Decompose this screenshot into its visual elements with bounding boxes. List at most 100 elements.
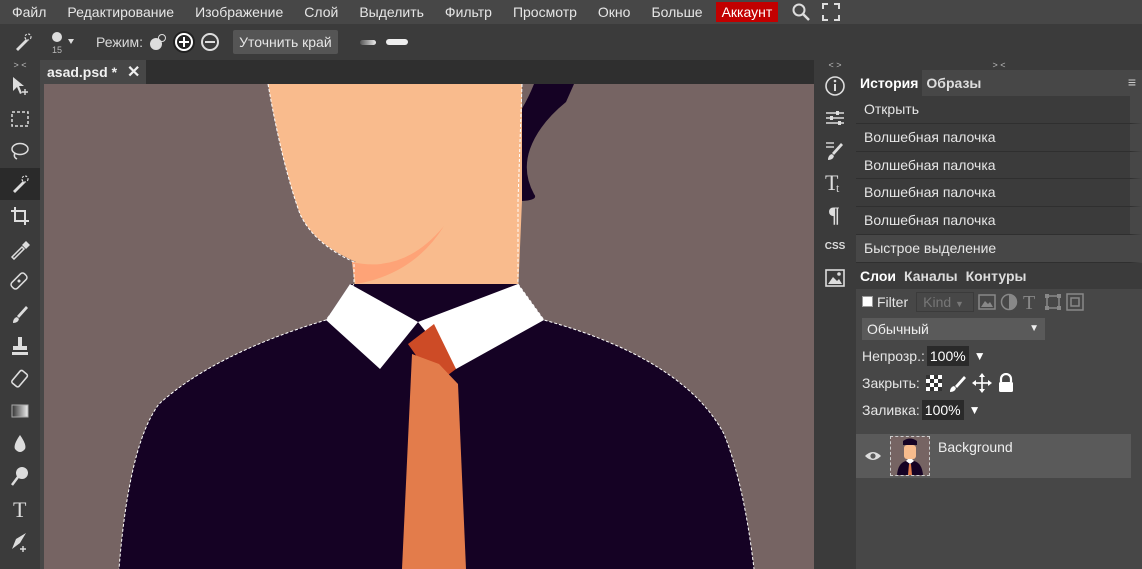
quick-selection-icon[interactable] xyxy=(12,31,34,53)
document-tab-name: asad.psd * xyxy=(47,64,118,80)
lock-pixels-icon[interactable] xyxy=(948,373,968,393)
fill-row: Заливка: 100% ▼ xyxy=(856,397,1142,424)
filter-image-icon[interactable] xyxy=(977,292,996,311)
account-button[interactable]: Аккаунт xyxy=(715,2,779,22)
kind-label: Kind xyxy=(923,293,952,310)
menu-file[interactable]: Файл xyxy=(0,4,46,20)
dodge-tool-icon[interactable] xyxy=(0,460,40,493)
tab-channels[interactable]: Каналы xyxy=(900,263,962,289)
character-icon[interactable]: Tt xyxy=(814,166,856,198)
history-item[interactable]: Волшебная палочка xyxy=(856,179,1142,208)
layer-filter-row: Filter Kind ▼ T xyxy=(856,289,1142,315)
menu-window[interactable]: Окно xyxy=(586,4,631,20)
filter-shape-icon[interactable] xyxy=(1043,292,1062,311)
eyedropper-tool-icon[interactable] xyxy=(0,233,40,266)
brush-tool-icon[interactable] xyxy=(0,298,40,331)
healing-tool-icon[interactable] xyxy=(0,265,40,298)
menu-select[interactable]: Выделить xyxy=(347,4,424,20)
menu-bar: Файл Редактирование Изображение Слой Выд… xyxy=(0,0,1142,24)
history-item-current[interactable]: Быстрое выделение xyxy=(856,234,1142,263)
filter-type-icon[interactable]: T xyxy=(1021,292,1040,311)
history-list: Открыть Волшебная палочка Волшебная пало… xyxy=(856,96,1142,263)
fill-label: Заливка: xyxy=(862,402,920,419)
lock-transparency-icon[interactable] xyxy=(924,373,944,393)
menu-edit[interactable]: Редактирование xyxy=(55,4,174,20)
svg-text:¶: ¶ xyxy=(828,203,840,225)
tab-swatches[interactable]: Образы xyxy=(922,70,985,96)
gradient-tool-icon[interactable] xyxy=(0,395,40,428)
filter-checkbox[interactable] xyxy=(862,296,873,308)
tab-history[interactable]: История xyxy=(856,70,923,96)
mode-new-selection-button[interactable] xyxy=(147,31,169,53)
marquee-tool-icon[interactable] xyxy=(0,103,40,136)
fill-input[interactable]: 100% xyxy=(921,400,964,421)
strip-collapse-toggle[interactable]: < > xyxy=(814,60,856,70)
mode-add-selection-button[interactable] xyxy=(173,31,196,53)
fullscreen-icon[interactable] xyxy=(818,0,844,24)
blend-mode-select[interactable]: Обычный ▼ xyxy=(862,317,1045,340)
paragraph-icon[interactable]: ¶ xyxy=(814,198,856,230)
history-tabs: История Образы ≡ xyxy=(856,70,1142,96)
css-label: CSS xyxy=(824,240,846,252)
tools-collapse-toggle[interactable]: > < xyxy=(0,60,40,70)
document-tab[interactable]: asad.psd * ✕ xyxy=(40,60,146,84)
brush-hardness-icon[interactable] xyxy=(359,37,408,47)
opacity-input[interactable]: 100% xyxy=(926,346,969,367)
search-icon[interactable] xyxy=(788,0,814,24)
tab-layers[interactable]: Слои xyxy=(856,262,900,289)
mode-subtract-selection-button[interactable] xyxy=(199,31,221,53)
filter-smart-object-icon[interactable] xyxy=(1065,292,1084,311)
panel-icons-strip: < > Tt ¶ CSS xyxy=(814,60,856,569)
history-item[interactable]: Волшебная палочка xyxy=(856,123,1142,152)
menu-image[interactable]: Изображение xyxy=(183,4,283,20)
chevron-down-icon: ▼ xyxy=(1029,322,1039,334)
right-panel: > < История Образы ≡ Открыть Волшебная п… xyxy=(856,60,1142,569)
refine-edge-button[interactable]: Уточнить край xyxy=(233,30,338,54)
move-tool-icon[interactable] xyxy=(0,70,40,103)
history-item[interactable]: Волшебная палочка xyxy=(856,151,1142,180)
lock-row: Закрыть: xyxy=(856,370,1142,397)
brush-size-picker[interactable]: 15 xyxy=(48,27,82,57)
filter-adjustment-icon[interactable] xyxy=(999,292,1018,311)
image-icon[interactable] xyxy=(814,262,856,294)
filter-label: Filter xyxy=(877,293,909,310)
layer-name[interactable]: Background xyxy=(938,439,1013,455)
layer-row[interactable]: Background xyxy=(856,434,1131,478)
css-icon[interactable]: CSS xyxy=(814,230,856,262)
fill-dropdown-icon[interactable]: ▼ xyxy=(969,403,981,417)
opacity-dropdown-icon[interactable]: ▼ xyxy=(974,349,986,363)
eye-icon[interactable] xyxy=(856,434,890,478)
document-canvas[interactable] xyxy=(44,84,814,569)
type-tool-icon[interactable]: T xyxy=(0,493,40,526)
svg-text:T: T xyxy=(1023,293,1035,311)
tab-paths[interactable]: Контуры xyxy=(962,263,1031,289)
kind-select[interactable]: Kind ▼ xyxy=(916,291,975,312)
brush-settings-icon[interactable] xyxy=(814,134,856,166)
minus-circle-icon xyxy=(201,33,220,51)
history-item[interactable]: Открыть xyxy=(856,96,1142,124)
eraser-tool-icon[interactable] xyxy=(0,363,40,396)
crop-tool-icon[interactable] xyxy=(0,200,40,233)
pen-tool-icon[interactable] xyxy=(0,525,40,558)
document-tabs: asad.psd * ✕ xyxy=(40,60,814,84)
plus-circle-icon xyxy=(175,33,194,51)
info-icon[interactable] xyxy=(814,70,856,102)
adjustments-icon[interactable] xyxy=(814,102,856,134)
panel-collapse-toggle[interactable]: > < xyxy=(856,60,1142,70)
opacity-label: Непрозр.: xyxy=(862,348,925,365)
lock-position-icon[interactable] xyxy=(971,373,992,394)
quick-selection-tool-icon[interactable] xyxy=(0,167,40,200)
menu-filter[interactable]: Фильтр xyxy=(433,4,492,20)
stamp-tool-icon[interactable] xyxy=(0,330,40,363)
opacity-row: Непрозр.: 100% ▼ xyxy=(856,343,1142,370)
panel-menu-icon[interactable]: ≡ xyxy=(1128,74,1136,90)
options-bar: 15 Режим: Уточнить край xyxy=(0,24,1142,60)
blur-tool-icon[interactable] xyxy=(0,428,40,461)
lock-all-icon[interactable] xyxy=(996,373,1016,393)
menu-more[interactable]: Больше xyxy=(639,4,702,20)
menu-view[interactable]: Просмотр xyxy=(501,4,577,20)
menu-layer[interactable]: Слой xyxy=(292,4,338,20)
history-item[interactable]: Волшебная палочка xyxy=(856,207,1142,235)
lasso-tool-icon[interactable] xyxy=(0,135,40,168)
close-icon[interactable]: ✕ xyxy=(127,62,140,82)
